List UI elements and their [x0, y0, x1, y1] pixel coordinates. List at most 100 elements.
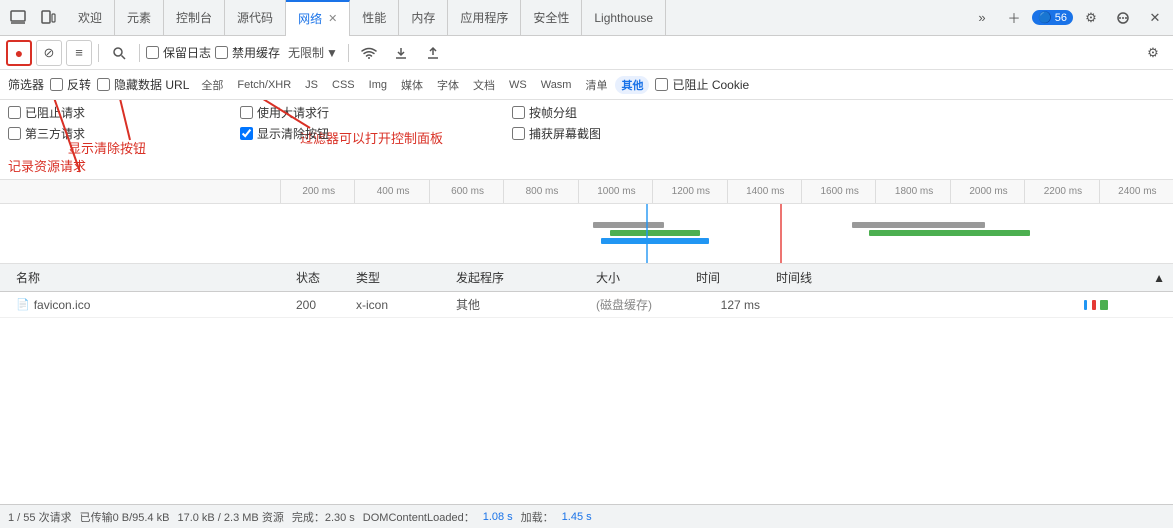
chevron-down-icon: ▼	[326, 46, 338, 60]
search-btn[interactable]	[105, 39, 133, 67]
th-timeline[interactable]: 时间线 ▲	[768, 269, 1173, 286]
tick-11: 2400 ms	[1099, 180, 1173, 204]
type-other[interactable]: 其他	[615, 76, 649, 94]
filter-types: 全部 Fetch/XHR JS CSS Img 媒体 字体 文档 WS Wasm…	[195, 76, 649, 94]
settings-btn[interactable]: ⚙	[1077, 4, 1105, 32]
network-settings-btn[interactable]: ⚙	[1139, 39, 1167, 67]
type-css[interactable]: CSS	[326, 78, 361, 92]
type-wasm[interactable]: Wasm	[535, 78, 578, 92]
tab-bar-right: » ＋ 🔵 56 ⚙ ✕	[968, 4, 1169, 32]
network-toolbar: ● ⊘ ≡ 保留日志 禁用缓存 无限制 ▼ ⚙	[0, 36, 1173, 70]
sort-icon: ▲	[1153, 271, 1165, 285]
invert-checkbox[interactable]: 反转	[50, 76, 91, 93]
tab-welcome[interactable]: 欢迎	[66, 0, 115, 36]
table-body: 📄 favicon.ico 200 x-icon 其他 (磁盘缓存) 127 m…	[0, 292, 1173, 504]
status-transferred: 已传输0 B/95.4 kB	[80, 509, 170, 525]
type-all[interactable]: 全部	[195, 76, 229, 94]
third-party-checkbox[interactable]: 第三方请求	[8, 125, 228, 142]
toolbar-divider-1	[98, 44, 99, 62]
tab-memory[interactable]: 内存	[399, 0, 448, 36]
tick-0: 200 ms	[280, 180, 354, 204]
clear-btn[interactable]: ⊘	[36, 40, 62, 66]
disable-cache-checkbox[interactable]: 禁用缓存	[215, 44, 280, 61]
tab-lighthouse[interactable]: Lighthouse	[582, 0, 666, 36]
type-js[interactable]: JS	[299, 78, 324, 92]
tab-application[interactable]: 应用程序	[448, 0, 521, 36]
issues-icon: 🔵	[1038, 12, 1052, 24]
tab-bar-icons	[4, 4, 62, 32]
record-icon: ●	[15, 45, 23, 61]
tab-security[interactable]: 安全性	[521, 0, 582, 36]
status-finish: 完成：2.30 s	[292, 509, 355, 525]
status-load-label: 加载：	[521, 509, 554, 525]
tab-elements[interactable]: 元素	[115, 0, 164, 36]
toolbar-divider-2	[139, 44, 140, 62]
export-btn[interactable]	[419, 39, 447, 67]
td-initiator: 其他	[448, 296, 588, 313]
timeline-ruler: 200 ms 400 ms 600 ms 800 ms 1000 ms 1200…	[0, 180, 1173, 204]
table-row[interactable]: 📄 favicon.ico 200 x-icon 其他 (磁盘缓存) 127 m…	[0, 292, 1173, 318]
type-fetch[interactable]: Fetch/XHR	[231, 78, 297, 92]
capture-screenshots-checkbox[interactable]: 捕获屏幕截图	[512, 125, 601, 142]
tick-10: 2200 ms	[1024, 180, 1098, 204]
device-icon[interactable]	[34, 4, 62, 32]
hide-data-url-checkbox[interactable]: 隐藏数据 URL	[97, 76, 189, 93]
tab-network-close[interactable]: ✕	[328, 12, 337, 25]
close-devtools-btn[interactable]: ✕	[1141, 4, 1169, 32]
type-img[interactable]: Img	[363, 78, 393, 92]
tab-console[interactable]: 控制台	[164, 0, 225, 36]
tab-bar: 欢迎 元素 控制台 源代码 网络 ✕ 性能 内存 应用程序 安全性 Lighth…	[0, 0, 1173, 36]
waterfall-area	[0, 204, 1173, 264]
preserve-log-checkbox[interactable]: 保留日志	[146, 44, 211, 61]
waterfall-bars	[280, 204, 1173, 263]
td-name: 📄 favicon.ico	[8, 298, 288, 312]
tick-6: 1400 ms	[727, 180, 801, 204]
status-load-value: 1.45 s	[562, 511, 592, 523]
inspect-icon[interactable]	[4, 4, 32, 32]
type-doc[interactable]: 文档	[467, 76, 501, 94]
file-icon: 📄	[16, 298, 30, 311]
tick-9: 2000 ms	[950, 180, 1024, 204]
block-cookies-checkbox[interactable]: 已阻止 Cookie	[655, 76, 749, 93]
th-status[interactable]: 状态	[288, 269, 348, 286]
tick-1: 400 ms	[354, 180, 428, 204]
type-ws[interactable]: WS	[503, 78, 533, 92]
type-manifest[interactable]: 清单	[579, 76, 613, 94]
th-initiator[interactable]: 发起程序	[448, 269, 588, 286]
th-time[interactable]: 时间	[688, 269, 768, 286]
tab-sources[interactable]: 源代码	[225, 0, 286, 36]
customize-btn[interactable]	[1109, 4, 1137, 32]
ruler-ticks: 200 ms 400 ms 600 ms 800 ms 1000 ms 1200…	[280, 180, 1173, 204]
record-btn[interactable]: ●	[6, 40, 32, 66]
show-clear-btn-checkbox[interactable]: 显示清除按钮	[240, 125, 440, 142]
th-size[interactable]: 大小	[588, 269, 688, 286]
td-time: 127 ms	[688, 298, 768, 312]
tab-performance[interactable]: 性能	[350, 0, 399, 36]
tick-7: 1600 ms	[801, 180, 875, 204]
new-tab-btn[interactable]: ＋	[1000, 4, 1028, 32]
td-status: 200	[288, 298, 348, 312]
large-rows-checkbox[interactable]: 使用大请求行	[240, 104, 440, 121]
filter-toggle-btn[interactable]: ≡	[66, 40, 92, 66]
blocked-requests-checkbox[interactable]: 已阻止请求	[8, 104, 228, 121]
import-btn[interactable]	[387, 39, 415, 67]
type-font[interactable]: 字体	[431, 76, 465, 94]
tab-network[interactable]: 网络 ✕	[286, 0, 350, 36]
throttle-dropdown[interactable]: 无限制 ▼	[284, 42, 342, 63]
td-size: (磁盘缓存)	[588, 296, 688, 313]
td-type: x-icon	[348, 298, 448, 312]
filter-icon: ≡	[75, 45, 83, 60]
annotations-wrapper: 已阻止请求 第三方请求 使用大请求行 显示清除按钮 按帧分组 捕获屏幕截图	[0, 100, 1173, 180]
tick-5: 1200 ms	[652, 180, 726, 204]
wifi-icon	[355, 39, 383, 67]
th-name[interactable]: 名称	[8, 269, 288, 286]
type-media[interactable]: 媒体	[395, 76, 429, 94]
th-type[interactable]: 类型	[348, 269, 448, 286]
annotation-record: 记录资源请求	[8, 156, 86, 175]
status-resources: 17.0 kB / 2.3 MB 资源	[177, 509, 283, 525]
tick-3: 800 ms	[503, 180, 577, 204]
more-tabs-btn[interactable]: »	[968, 4, 996, 32]
status-dom-label: DOMContentLoaded：	[363, 509, 475, 525]
issues-badge[interactable]: 🔵 56	[1032, 10, 1073, 25]
group-by-frame-checkbox[interactable]: 按帧分组	[512, 104, 601, 121]
